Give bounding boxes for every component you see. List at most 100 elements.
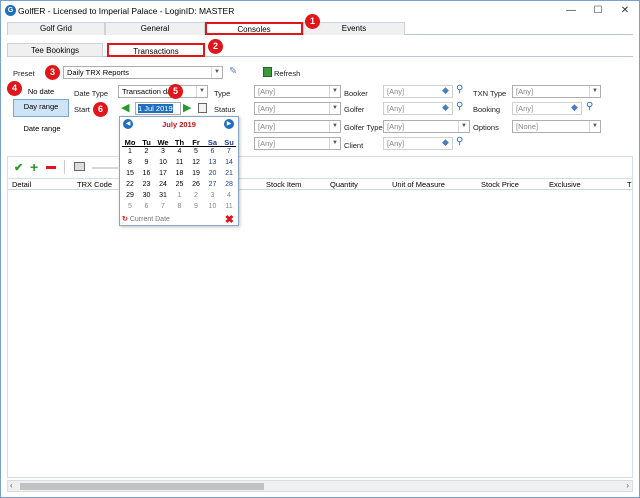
column-header-stock-item[interactable]: Stock Item: [266, 180, 301, 189]
calendar-day[interactable]: 19: [188, 170, 204, 177]
calendar-day[interactable]: 9: [139, 159, 155, 166]
eraser-icon[interactable]: ◆: [571, 102, 578, 113]
calendar-day[interactable]: 11: [172, 159, 188, 166]
calendar-day[interactable]: 5: [122, 203, 138, 210]
horizontal-scrollbar[interactable]: ‹ ›: [7, 480, 633, 492]
column-header-trx-code[interactable]: TRX Code: [77, 180, 112, 189]
date-range-button[interactable]: Date range: [15, 122, 69, 136]
tab-golf-grid[interactable]: Golf Grid: [7, 22, 105, 35]
calendar-day[interactable]: 20: [205, 170, 221, 177]
wand-icon[interactable]: ✎: [229, 66, 237, 77]
calendar-day[interactable]: 22: [122, 181, 138, 188]
filter-select-row4[interactable]: [Any] ▼: [254, 137, 341, 150]
current-date-button[interactable]: ↻ Current Date: [122, 215, 170, 223]
date-type-select[interactable]: Transaction date ▼: [118, 85, 208, 98]
search-icon[interactable]: ⚲: [456, 84, 463, 95]
calendar-day[interactable]: 10: [155, 159, 171, 166]
calendar-day[interactable]: 28: [221, 181, 237, 188]
golfer-type-select[interactable]: [Any] ▼: [383, 120, 470, 133]
status-select[interactable]: [Any] ▼: [254, 102, 341, 115]
minimize-button[interactable]: —: [564, 5, 578, 16]
tab-general[interactable]: General: [105, 22, 205, 35]
transactions-grid: Detail TRX Code Stock Item Quantity Unit…: [7, 178, 633, 478]
calendar-day[interactable]: 24: [155, 181, 171, 188]
filter-select-row3[interactable]: [Any] ▼: [254, 120, 341, 133]
column-header-detail[interactable]: Detail: [12, 180, 31, 189]
txn-type-select[interactable]: [Any] ▼: [512, 85, 601, 98]
next-date-arrow-icon[interactable]: ▶: [183, 103, 191, 114]
column-header-quantity[interactable]: Quantity: [330, 180, 358, 189]
add-icon[interactable]: +: [30, 159, 38, 175]
type-select[interactable]: [Any] ▼: [254, 85, 341, 98]
calendar-day[interactable]: 26: [188, 181, 204, 188]
calendar-day[interactable]: 31: [155, 192, 171, 199]
preset-select[interactable]: Daily TRX Reports ▼: [63, 66, 223, 79]
calendar-day[interactable]: 15: [122, 170, 138, 177]
calendar-day[interactable]: 29: [122, 192, 138, 199]
eraser-icon[interactable]: ◆: [442, 137, 449, 148]
calendar-day[interactable]: 4: [172, 148, 188, 155]
eraser-icon[interactable]: ◆: [442, 102, 449, 113]
prev-month-icon[interactable]: ◀: [123, 119, 133, 129]
start-date-input[interactable]: 1 Jul 2019: [135, 102, 181, 115]
filter-row3-value: [Any]: [258, 122, 276, 131]
calendar-day[interactable]: 14: [221, 159, 237, 166]
calendar-day[interactable]: 9: [188, 203, 204, 210]
column-header-stock-price[interactable]: Stock Price: [481, 180, 519, 189]
print-icon[interactable]: [74, 162, 85, 171]
eraser-icon[interactable]: ◆: [442, 85, 449, 96]
calendar-day[interactable]: 2: [188, 192, 204, 199]
close-button[interactable]: ✕: [618, 5, 632, 16]
checkmark-icon[interactable]: ✔: [14, 161, 23, 174]
calendar-day[interactable]: 6: [205, 148, 221, 155]
calendar-day[interactable]: 6: [139, 203, 155, 210]
search-icon[interactable]: ⚲: [456, 101, 463, 112]
calendar-day[interactable]: 16: [139, 170, 155, 177]
calendar-day[interactable]: 21: [221, 170, 237, 177]
search-icon[interactable]: ⚲: [586, 101, 593, 112]
calendar-day[interactable]: 8: [122, 159, 138, 166]
tab-consoles[interactable]: Consoles: [205, 22, 303, 35]
calendar-day[interactable]: 11: [221, 203, 237, 210]
column-header-unit-of-measure[interactable]: Unit of Measure: [392, 180, 445, 189]
calendar-day[interactable]: 2: [139, 148, 155, 155]
calendar-icon[interactable]: [198, 103, 207, 113]
calendar-day[interactable]: 3: [205, 192, 221, 199]
no-date-button[interactable]: No date: [23, 85, 59, 99]
next-month-icon[interactable]: ▶: [224, 119, 234, 129]
scroll-right-icon[interactable]: ›: [626, 481, 629, 490]
calendar-day[interactable]: 18: [172, 170, 188, 177]
calendar-day[interactable]: 27: [205, 181, 221, 188]
search-icon[interactable]: ⚲: [456, 136, 463, 147]
close-calendar-icon[interactable]: ✖: [225, 213, 234, 226]
day-range-button[interactable]: Day range: [13, 99, 69, 117]
prev-date-arrow-icon[interactable]: ◀: [121, 103, 129, 114]
options-select[interactable]: [None] ▼: [512, 120, 601, 133]
calendar-day[interactable]: 1: [122, 148, 138, 155]
calendar-day[interactable]: 7: [155, 203, 171, 210]
refresh-button[interactable]: Refresh: [274, 69, 300, 78]
refresh-icon[interactable]: [263, 67, 272, 77]
remove-icon[interactable]: [46, 166, 56, 169]
calendar-day[interactable]: 13: [205, 159, 221, 166]
calendar-day[interactable]: 12: [188, 159, 204, 166]
tab-transactions[interactable]: Transactions: [107, 43, 205, 57]
calendar-day[interactable]: 8: [172, 203, 188, 210]
calendar-day[interactable]: 17: [155, 170, 171, 177]
calendar-day[interactable]: 7: [221, 148, 237, 155]
calendar-day[interactable]: 23: [139, 181, 155, 188]
calendar-day[interactable]: 30: [139, 192, 155, 199]
scroll-left-icon[interactable]: ‹: [10, 481, 13, 490]
tab-tee-bookings[interactable]: Tee Bookings: [7, 43, 103, 57]
scrollbar-thumb[interactable]: [20, 483, 264, 490]
chevron-down-icon: ▼: [196, 86, 207, 97]
calendar-day[interactable]: 25: [172, 181, 188, 188]
calendar-day[interactable]: 1: [172, 192, 188, 199]
calendar-day[interactable]: 10: [205, 203, 221, 210]
column-header-t[interactable]: T: [627, 180, 632, 189]
column-header-exclusive[interactable]: Exclusive: [549, 180, 581, 189]
calendar-day[interactable]: 4: [221, 192, 237, 199]
maximize-button[interactable]: ☐: [591, 5, 605, 16]
calendar-day[interactable]: 5: [188, 148, 204, 155]
calendar-day[interactable]: 3: [155, 148, 171, 155]
